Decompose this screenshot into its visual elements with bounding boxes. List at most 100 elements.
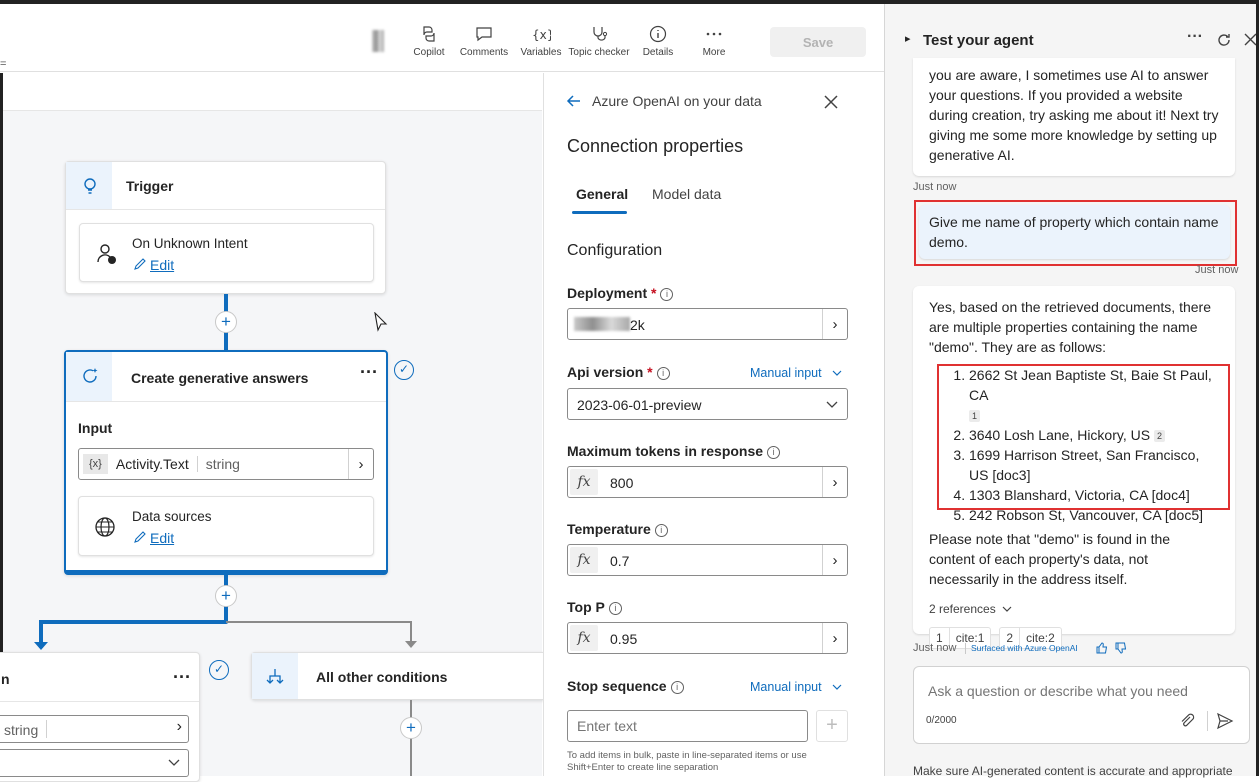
input-variable-field[interactable]: {x} Activity.Text string › [78,448,374,480]
lightbulb-icon [84,178,96,194]
timestamp: Just now [913,181,957,193]
top-p-field[interactable]: fx 0.95 › [567,622,848,654]
close-icon[interactable] [824,95,838,109]
trigger-edit-link[interactable]: Edit [150,257,174,273]
generative-answers-node[interactable]: Create generative answers ··· Input {x} … [64,350,388,575]
refresh-icon[interactable] [1216,32,1232,48]
on-unknown-intent-card[interactable]: On Unknown Intent Edit [79,223,374,282]
meta-divider [965,643,966,654]
properties-panel [543,73,883,776]
node-menu-button[interactable]: ··· [173,667,191,688]
api-version-mode-label: Manual input [750,366,822,380]
condition-node[interactable]: n ··· string › [0,652,200,782]
configuration-section-title: Configuration [567,242,663,259]
condition-operator-select[interactable] [0,749,189,777]
add-node-button[interactable]: + [215,585,237,607]
topic-checker-button[interactable]: Topic checker [568,24,630,64]
back-arrow-icon[interactable] [566,93,582,109]
info-icon: i [660,288,674,301]
condition-chevron-right-icon[interactable]: › [177,718,182,736]
chat-input-box[interactable]: 0/2000 [913,666,1250,744]
trigger-node[interactable]: Trigger On Unknown Intent Edit [65,161,386,294]
chat-more-button[interactable]: ··· [1187,28,1203,46]
temperature-chevron-icon[interactable]: › [822,545,847,575]
deployment-label: Deployment * i [567,285,674,301]
max-tokens-label: Maximum tokens in response i [567,443,781,459]
chevron-down-icon [826,401,838,408]
attach-icon[interactable] [1179,713,1195,729]
details-button[interactable]: Details [638,24,678,64]
condition-variable-field[interactable]: string › [0,715,189,743]
temperature-value: 0.7 [610,553,630,569]
check-icon: ✓ [209,660,229,680]
temperature-label-text: Temperature [567,521,651,537]
comments-label: Comments [459,47,509,58]
deployment-label-text: Deployment [567,285,648,301]
stop-sequence-label-text: Stop sequence [567,678,667,694]
info-icon [649,25,667,43]
data-sources-card[interactable]: Data sources Edit [78,496,374,556]
thumbs-up-icon[interactable] [1096,642,1108,654]
top-p-label: Top Pi [567,599,622,615]
canvas-header [3,73,542,111]
more-button[interactable]: More [694,24,734,64]
references-toggle[interactable]: 2 references [929,599,1219,619]
branch-arrow-right [405,641,417,648]
send-icon[interactable] [1216,712,1234,730]
stop-sequence-mode-toggle[interactable]: Manual input [750,678,842,696]
svg-text:{x}: {x} [532,28,551,42]
thumbs-down-icon[interactable] [1115,642,1127,654]
condition-title: n [1,671,10,687]
branch-line-right-down [410,621,412,643]
deployment-chevron-icon[interactable]: › [822,309,847,339]
input-chevron-icon[interactable]: › [348,449,373,479]
add-node-button[interactable]: + [400,717,422,739]
comments-button[interactable]: Comments [458,24,510,64]
max-tokens-field[interactable]: fx 800 › [567,466,848,498]
topic-checker-label: Topic checker [568,47,630,58]
max-tokens-chevron-icon[interactable]: › [822,467,847,497]
formula-icon: fx [570,625,598,651]
api-version-mode-toggle[interactable]: Manual input [750,364,842,382]
timestamp: Just now [1195,264,1239,276]
add-stop-sequence-button[interactable]: + [816,710,848,742]
copilot-label: Copilot [413,47,445,58]
copilot-icon [423,26,435,42]
data-sources-edit-link[interactable]: Edit [150,530,174,546]
variables-button[interactable]: {x} Variables [518,24,564,64]
info-icon: i [608,602,622,615]
temperature-field[interactable]: fx 0.7 › [567,544,848,576]
tab-model-data[interactable]: Model data [652,186,721,202]
node-menu-button[interactable]: ··· [360,362,378,383]
chat-input[interactable] [926,681,1236,701]
chevron-down-icon [168,759,180,766]
copilot-button[interactable]: Copilot [408,24,450,64]
generative-title: Create generative answers [131,370,309,386]
info-icon: i [767,446,781,459]
stop-sequence-hint: To add items in bulk, paste in line-sepa… [567,750,807,773]
condition-type-text: string [4,722,39,738]
chat-title: Test your agent [923,32,1034,49]
data-sources-title: Data sources [132,509,212,524]
input-variable-value: Activity.Text [115,456,189,472]
save-button[interactable]: Save [770,27,866,57]
bot-message: you are aware, I sometimes use AI to ans… [913,58,1235,176]
top-p-chevron-icon[interactable]: › [822,623,847,653]
stop-sequence-input[interactable] [567,710,808,742]
deployment-field[interactable]: 2k › [567,308,848,340]
branch-arrow-left [34,642,48,650]
trigger-header: Trigger [66,162,385,210]
api-version-select[interactable]: 2023-06-01-preview [567,388,848,420]
collapse-chevron-icon[interactable]: ▸ [905,32,911,45]
edit-icon [134,258,146,270]
panel-back-title[interactable]: Azure OpenAI on your data [592,93,762,109]
all-other-conditions-node[interactable]: All other conditions [251,652,551,700]
add-node-button[interactable]: + [215,311,237,333]
max-tokens-label-text: Maximum tokens in response [567,443,764,459]
window-top-edge [0,0,1259,4]
trigger-title: Trigger [126,178,174,194]
cursor-icon [374,312,388,332]
globe-icon [95,517,115,537]
highlight-box [937,364,1230,510]
tab-general[interactable]: General [576,186,628,202]
